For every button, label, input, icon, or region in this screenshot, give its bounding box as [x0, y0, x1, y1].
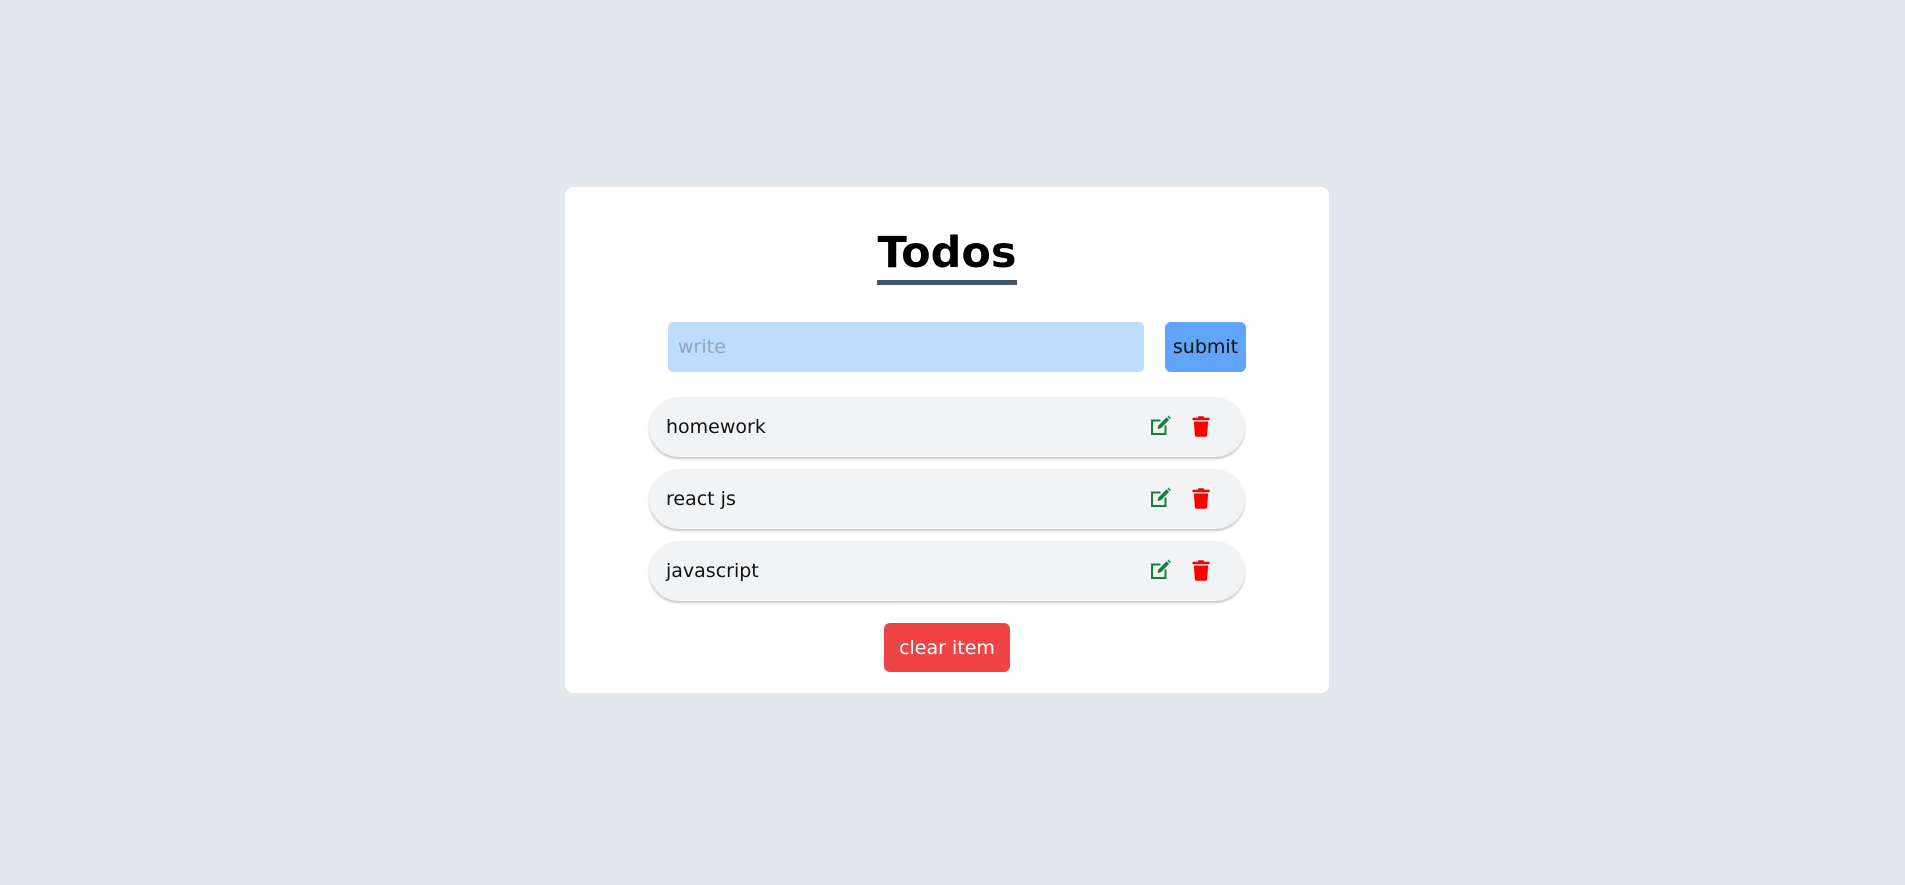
clear-items-button[interactable]: clear item [884, 623, 1010, 672]
todo-item-actions [1148, 558, 1213, 582]
todo-item: react js [649, 469, 1245, 529]
trash-icon[interactable] [1189, 486, 1213, 510]
page-title: Todos [877, 227, 1017, 285]
todo-item-label: homework [666, 416, 766, 438]
edit-icon[interactable] [1148, 414, 1172, 438]
edit-icon[interactable] [1148, 486, 1172, 510]
edit-icon[interactable] [1148, 558, 1172, 582]
submit-button[interactable]: submit [1165, 322, 1246, 372]
trash-icon[interactable] [1189, 558, 1213, 582]
todo-item-label: react js [666, 488, 736, 510]
todo-item-actions [1148, 414, 1213, 438]
todo-input[interactable] [668, 322, 1144, 372]
trash-icon[interactable] [1189, 414, 1213, 438]
todo-item: homework [649, 397, 1245, 457]
todo-item-actions [1148, 486, 1213, 510]
todo-item-label: javascript [666, 560, 759, 582]
todo-card: Todos submit homework [565, 187, 1329, 693]
todo-item: javascript [649, 541, 1245, 601]
todo-list: homework react js javascript [649, 397, 1245, 613]
todo-form: submit [668, 322, 1246, 372]
clear-wrapper: clear item [565, 623, 1329, 672]
title-wrapper: Todos [565, 227, 1329, 285]
